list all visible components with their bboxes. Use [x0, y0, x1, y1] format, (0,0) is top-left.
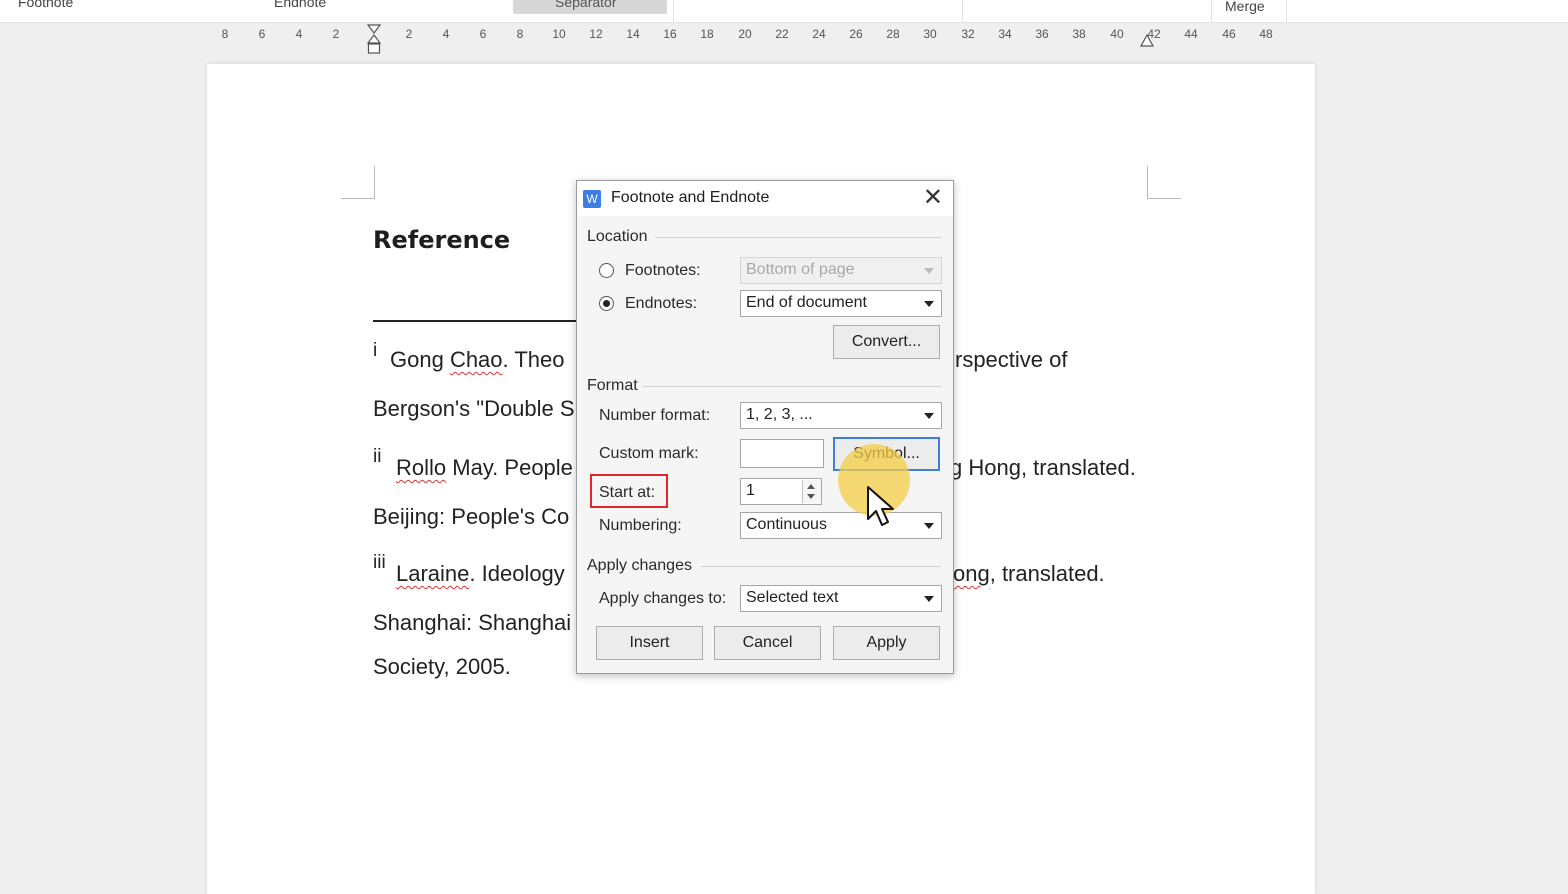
- endnote-text: Beijing: People's Co: [373, 504, 570, 529]
- number-format-label: Number format:: [599, 407, 711, 424]
- endnote-text: Society, 2005.: [373, 654, 511, 679]
- ruler-tick: 2: [405, 27, 413, 41]
- merge-ribbon-button[interactable]: Merge: [1225, 0, 1265, 14]
- endnotes-radio[interactable]: [599, 296, 614, 311]
- endnote-mark: iii: [373, 552, 386, 573]
- ruler-tick: 8: [516, 27, 524, 41]
- group-divider: [643, 386, 941, 387]
- endnote-text: Laraine. Ideology: [396, 561, 565, 586]
- endnote-text: Rollo May. People: [396, 455, 573, 480]
- insert-button[interactable]: Insert: [596, 626, 703, 660]
- ruler-tick: 6: [258, 27, 266, 41]
- chevron-down-icon: [924, 523, 934, 529]
- apply-changes-to-label: Apply changes to:: [599, 590, 727, 607]
- ruler-tick: 6: [479, 27, 487, 41]
- ruler-tick: 10: [552, 27, 566, 41]
- chevron-down-icon: [924, 413, 934, 419]
- separator-ribbon-label: Separator: [555, 0, 617, 10]
- apply-button[interactable]: Apply: [833, 626, 940, 660]
- numbering-label: Numbering:: [599, 517, 682, 534]
- endnote-text: Gong Chao. Theo: [390, 347, 565, 372]
- ruler-tick: 4: [295, 27, 303, 41]
- ruler-tick: 44: [1184, 27, 1198, 41]
- ruler-tick: 22: [775, 27, 789, 41]
- ruler-tick: 36: [1035, 27, 1049, 41]
- custom-mark-input[interactable]: [740, 439, 824, 468]
- ribbon-divider: [1286, 0, 1287, 22]
- ruler-tick: 34: [998, 27, 1012, 41]
- dialog-titlebar[interactable]: W Footnote and Endnote ✕: [577, 181, 953, 216]
- start-at-highlight-box: [590, 474, 668, 508]
- ruler-tick: 46: [1222, 27, 1236, 41]
- ribbon-divider: [673, 0, 674, 22]
- custom-mark-label: Custom mark:: [599, 445, 699, 462]
- radio-selected-dot: [602, 299, 610, 307]
- endnotes-position-select[interactable]: End of document: [740, 290, 942, 317]
- indent-marker-icon[interactable]: [366, 24, 382, 56]
- ruler-tick: 30: [923, 27, 937, 41]
- ruler-tick: 24: [812, 27, 826, 41]
- apply-changes-to-select[interactable]: Selected text: [740, 585, 942, 612]
- footnote-ribbon-button[interactable]: Footnote: [18, 0, 73, 10]
- footnotes-position-select: Bottom of page: [740, 257, 942, 284]
- ruler-tick: 32: [961, 27, 975, 41]
- footnote-endnote-dialog: W Footnote and Endnote ✕ Location Footno…: [576, 180, 954, 674]
- ribbon-divider: [962, 0, 963, 22]
- endnotes-label: Endnotes:: [625, 295, 698, 312]
- ruler-tick: 18: [700, 27, 714, 41]
- spin-down-icon[interactable]: [807, 494, 815, 499]
- ruler-tick: 16: [663, 27, 677, 41]
- endnote-mark: i: [373, 340, 378, 361]
- endnote-text: rspective of: [955, 347, 1068, 372]
- chevron-down-icon: [924, 301, 934, 307]
- numbering-select[interactable]: Continuous: [740, 512, 942, 539]
- endnote-text: Shanghai: Shanghai: [373, 610, 572, 635]
- chevron-down-icon: [924, 596, 934, 602]
- ruler-tick: 48: [1259, 27, 1273, 41]
- format-group-label: Format: [587, 377, 638, 394]
- ruler-tick: 4: [442, 27, 450, 41]
- location-group-label: Location: [587, 228, 648, 245]
- wps-writer-icon: W: [583, 190, 601, 208]
- ruler-tick: 2: [332, 27, 340, 41]
- spinner-arrows[interactable]: [802, 480, 821, 503]
- endnote-ribbon-button[interactable]: Endnote: [274, 0, 326, 10]
- endnote-mark: ii: [373, 446, 382, 467]
- group-divider: [701, 566, 941, 567]
- ruler-tick: 20: [738, 27, 752, 41]
- endnote-text: ong, translated.: [953, 561, 1105, 586]
- cancel-button[interactable]: Cancel: [714, 626, 821, 660]
- spin-up-icon[interactable]: [807, 484, 815, 489]
- margin-corner-mark: [341, 166, 375, 199]
- right-indent-marker-icon[interactable]: [1139, 34, 1155, 48]
- close-icon[interactable]: ✕: [923, 184, 943, 212]
- start-at-spinbox[interactable]: 1: [740, 478, 822, 505]
- reference-heading: Reference: [373, 226, 511, 254]
- mouse-pointer-icon: [867, 486, 894, 526]
- dialog-title: Footnote and Endnote: [611, 189, 770, 206]
- apply-changes-group-label: Apply changes: [587, 557, 692, 574]
- endnote-text: g Hong, translated.: [950, 455, 1136, 480]
- horizontal-ruler[interactable]: 8 6 4 2 2 4 6 8 10 12 14 16 18 20 22 24 …: [0, 22, 1568, 62]
- ruler-tick: 8: [221, 27, 229, 41]
- ruler-tick: 38: [1072, 27, 1086, 41]
- ruler-tick: 28: [886, 27, 900, 41]
- endnote-separator-line: [373, 320, 577, 322]
- chevron-down-icon: [924, 268, 934, 274]
- footnotes-radio[interactable]: [599, 263, 614, 278]
- ruler-tick: 12: [589, 27, 603, 41]
- footnotes-label: Footnotes:: [625, 262, 701, 279]
- ribbon: Footnote Endnote Separator Merge: [0, 0, 1568, 23]
- ruler-tick: 40: [1110, 27, 1124, 41]
- convert-button[interactable]: Convert...: [833, 325, 940, 359]
- group-divider: [655, 237, 941, 238]
- number-format-select[interactable]: 1, 2, 3, ...: [740, 402, 942, 429]
- ribbon-divider: [1211, 0, 1212, 22]
- ruler-tick: 14: [626, 27, 640, 41]
- endnote-text: Bergson's "Double S: [373, 396, 575, 421]
- ruler-tick: 26: [849, 27, 863, 41]
- margin-corner-mark: [1147, 166, 1181, 199]
